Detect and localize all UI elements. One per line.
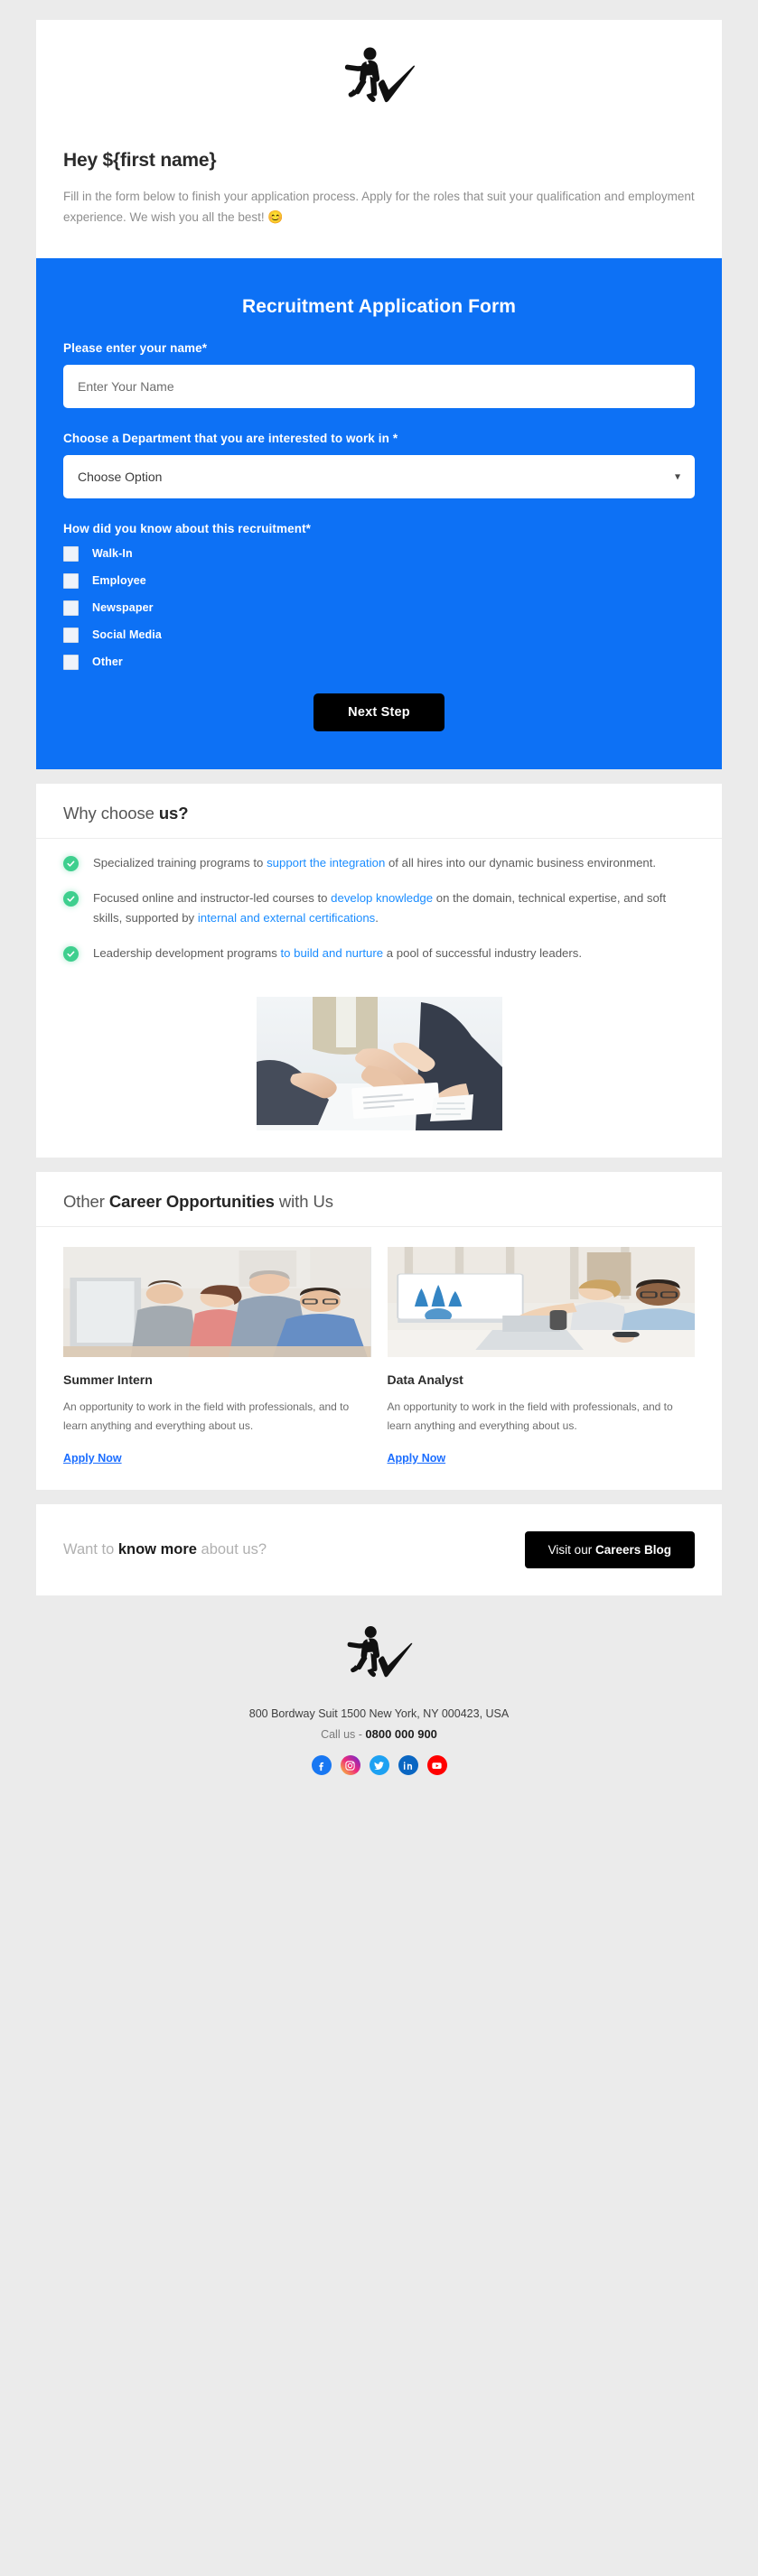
career-opportunities-heading: Other Career Opportunities with Us [36,1172,722,1228]
career-opportunities-section: Other Career Opportunities with Us Summe… [36,1172,722,1491]
job-card-summer-intern: Summer Intern An opportunity to work in … [63,1247,371,1466]
name-field-label: Please enter your name* [63,340,208,355]
careers-heading-suffix: with Us [274,1192,333,1212]
checkbox-row-walk-in[interactable]: Walk-In [63,545,695,562]
hero-section: Hey ${first name} Fill in the form below… [36,20,722,258]
benefit-text-3: Leadership development programs to build… [93,944,582,964]
name-input[interactable] [63,364,695,408]
apply-now-link[interactable]: Apply Now [388,1452,446,1465]
benefit-2-post: . [375,911,379,925]
footer-phone-line: Call us - 0800 000 900 [27,1727,731,1741]
job-title: Summer Intern [63,1372,153,1388]
department-select[interactable]: Choose Option [63,454,695,498]
benefit-3-post: a pool of successful industry leaders. [383,946,583,961]
checkbox-label-walk-in: Walk-In [92,547,133,561]
why-heading-prefix: Why choose [63,803,159,823]
benefit-2-link2[interactable]: internal and external certifications [198,911,375,925]
benefit-2-link[interactable]: develop knowledge [331,891,433,905]
checkbox-label-social-media: Social Media [92,628,162,642]
checkbox-walk-in[interactable] [63,545,79,562]
smiley-emoji-icon: 😊 [267,209,284,224]
social-links [27,1755,731,1776]
header-logo [63,40,695,119]
business-handshake-photo [256,997,502,1131]
job-description: An opportunity to work in the field with… [63,1400,350,1433]
checkbox-row-newspaper[interactable]: Newspaper [63,600,695,616]
cta-button-pre: Visit our [547,1543,595,1558]
benefit-text-1: Specialized training programs to support… [93,853,656,874]
job-title: Data Analyst [387,1372,463,1388]
checkbox-employee[interactable] [63,572,79,589]
apply-now-link[interactable]: Apply Now [63,1452,122,1465]
name-field-group: Please enter your name* [63,341,695,408]
cta-text-pre: Want to [63,1541,118,1558]
benefit-text-2: Focused online and instructor-led course… [93,888,695,930]
visit-careers-blog-button[interactable]: Visit our Careers Blog [524,1531,695,1569]
benefit-2-pre: Focused online and instructor-led course… [93,890,332,905]
why-choose-us-heading: Why choose us? [36,784,722,839]
intro-paragraph: Fill in the form below to finish your ap… [63,187,695,228]
running-person-checkmark-logo [347,1626,412,1678]
green-check-circle-icon [63,855,79,871]
job-description: An opportunity to work in the field with… [387,1400,673,1433]
cta-text-strong: know more [117,1541,197,1558]
facebook-icon[interactable] [311,1755,332,1776]
why-benefits-list: Specialized training programs to support… [36,839,722,982]
list-item: Focused online and instructor-led course… [63,888,695,930]
analysts-reviewing-chart-photo [387,1247,695,1358]
source-checkbox-list: Walk-In Employee Newspaper Social Media [63,545,695,670]
checkbox-row-employee[interactable]: Employee [63,572,695,589]
intro-text: Fill in the form below to finish your ap… [63,190,695,224]
list-item: Leadership development programs to build… [63,944,695,964]
careers-blog-cta-section: Want to know more about us? Visit our Ca… [36,1504,722,1596]
twitter-icon[interactable] [369,1755,389,1776]
green-check-circle-icon [63,890,79,907]
benefit-3-link[interactable]: to build and nurture [280,946,383,960]
department-field-label: Choose a Department that you are interes… [63,431,398,445]
checkbox-newspaper[interactable] [63,600,79,616]
why-choose-us-section: Why choose us? Specialized training prog… [36,783,722,1158]
list-item: Specialized training programs to support… [63,853,695,874]
careers-heading-strong: Career Opportunities [108,1192,275,1212]
checkbox-row-other[interactable]: Other [63,654,695,670]
team-at-computer-photo [63,1247,371,1358]
checkbox-label-other: Other [92,656,123,669]
cta-text: Want to know more about us? [63,1541,267,1558]
job-card-grid: Summer Intern An opportunity to work in … [36,1227,722,1490]
instagram-icon[interactable] [340,1755,360,1776]
benefit-1-post: of all hires into our dynamic business e… [385,855,657,870]
source-field-label: How did you know about this recruitment* [63,521,312,535]
checkbox-row-social-media[interactable]: Social Media [63,627,695,643]
footer-section: 800 Bordway Suit 1500 New York, NY 00042… [0,1595,758,1803]
footer-address: 800 Bordway Suit 1500 New York, NY 00042… [248,1707,510,1721]
recruitment-form-section: Recruitment Application Form Please ente… [36,257,722,769]
linkedin-icon[interactable] [398,1755,418,1776]
careers-heading-prefix: Other [63,1192,109,1212]
why-heading-strong: us? [158,803,189,823]
green-check-circle-icon [63,946,79,963]
form-title: Recruitment Application Form [241,295,517,317]
youtube-icon[interactable] [426,1755,447,1776]
email-page: Hey ${first name} Fill in the form below… [0,0,758,1596]
department-field-group: Choose a Department that you are interes… [63,432,695,498]
checkbox-label-employee: Employee [92,574,146,588]
source-field-group: How did you know about this recruitment*… [63,522,695,670]
next-step-button[interactable]: Next Step [313,693,445,731]
job-card-data-analyst: Data Analyst An opportunity to work in t… [387,1247,695,1466]
checkbox-label-newspaper: Newspaper [92,601,154,615]
footer-logo [27,1624,731,1688]
call-us-label: Call us - [321,1728,366,1742]
checkbox-other[interactable] [63,654,79,670]
greeting-heading: Hey ${first name} [63,150,217,171]
running-person-checkmark-logo [344,47,415,103]
benefit-1-link[interactable]: support the integration [267,856,385,870]
benefit-1-pre: Specialized training programs to [93,855,267,870]
checkbox-social-media[interactable] [63,627,79,643]
benefit-3-pre: Leadership development programs [93,946,281,961]
cta-text-post: about us? [196,1541,267,1558]
cta-button-strong: Careers Blog [594,1543,671,1558]
phone-number[interactable]: 0800 000 900 [365,1727,437,1741]
